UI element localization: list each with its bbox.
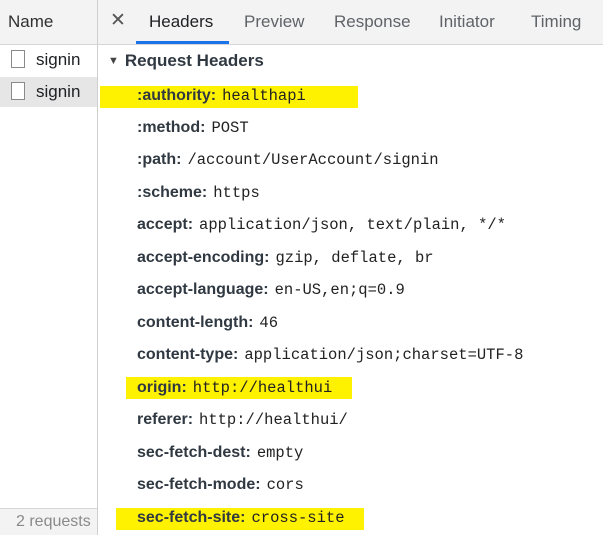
header-key: sec-fetch-site: [137, 509, 246, 526]
header-key: origin: [137, 379, 187, 396]
header-row: sec-fetch-site: cross-site [137, 509, 345, 533]
detail-tabs-bar: ✕ Headers Preview Response Initiator Tim… [98, 0, 603, 45]
header-key: sec-fetch-mode: [137, 476, 261, 493]
close-icon[interactable]: ✕ [110, 9, 126, 32]
header-row: content-type: application/json;charset=UT… [137, 346, 523, 370]
section-title: Request Headers [124, 51, 264, 70]
request-list-panel: Name signin signin 2 requests [0, 0, 98, 535]
header-value: application/json;charset=UTF-8 [244, 346, 524, 364]
header-row: origin: http://healthui [137, 379, 332, 403]
tab-headers[interactable]: Headers [149, 12, 213, 32]
header-value: cors [266, 476, 304, 494]
header-value: http://healthui/ [199, 411, 348, 429]
header-row: :method: POST [137, 119, 249, 143]
active-tab-indicator [136, 41, 229, 44]
name-column-label: Name [8, 12, 54, 31]
header-value: 46 [259, 314, 279, 332]
header-row: sec-fetch-mode: cors [137, 476, 304, 500]
header-value: POST [211, 119, 249, 137]
header-key: content-length: [137, 314, 254, 331]
header-value: empty [256, 444, 304, 462]
header-row: :authority: healthapi [137, 87, 306, 111]
request-name: signin [36, 82, 81, 101]
request-count-footer: 2 requests [0, 508, 97, 535]
header-key: :authority: [137, 87, 217, 104]
header-value: en-US,en;q=0.9 [274, 281, 405, 299]
header-key: accept-encoding: [137, 249, 270, 266]
header-row: content-length: 46 [137, 314, 278, 338]
tab-timing[interactable]: Timing [531, 12, 581, 32]
header-value: gzip, deflate, br [275, 249, 434, 267]
tab-preview[interactable]: Preview [244, 12, 304, 32]
header-key: :scheme: [137, 184, 208, 201]
header-row: accept: application/json, text/plain, */* [137, 216, 506, 240]
header-row: referer: http://healthui/ [137, 411, 348, 435]
header-value: /account/UserAccount/signin [187, 151, 439, 169]
name-column-header[interactable]: Name [0, 0, 97, 45]
document-icon [11, 50, 25, 68]
request-row-selected[interactable]: signin [0, 77, 97, 107]
request-row[interactable]: signin [0, 45, 97, 75]
header-row: accept-language: en-US,en;q=0.9 [137, 281, 405, 305]
header-row: :scheme: https [137, 184, 260, 208]
header-key: sec-fetch-dest: [137, 444, 251, 461]
tab-initiator[interactable]: Initiator [439, 12, 495, 32]
request-name: signin [36, 50, 81, 69]
header-value: https [213, 184, 260, 202]
header-row: sec-fetch-dest: empty [137, 444, 303, 468]
request-headers-section-toggle[interactable]: ▼ Request Headers [108, 51, 264, 71]
header-value: cross-site [251, 509, 345, 527]
header-key: :method: [137, 119, 206, 136]
header-value: application/json, text/plain, */* [199, 216, 506, 234]
header-key: :path: [137, 151, 182, 168]
header-row: accept-encoding: gzip, deflate, br [137, 249, 434, 273]
header-row: :path: /account/UserAccount/signin [137, 151, 439, 175]
tab-response[interactable]: Response [334, 12, 411, 32]
headers-panel: ▼ Request Headers :authority: healthapi :m… [98, 45, 603, 535]
header-value: http://healthui [192, 379, 333, 397]
header-key: referer: [137, 411, 194, 428]
triangle-down-icon: ▼ [108, 55, 119, 67]
header-key: content-type: [137, 346, 239, 363]
header-value: healthapi [222, 87, 306, 105]
header-key: accept-language: [137, 281, 269, 298]
document-icon [11, 82, 25, 100]
header-key: accept: [137, 216, 194, 233]
request-count: 2 requests [16, 513, 91, 530]
